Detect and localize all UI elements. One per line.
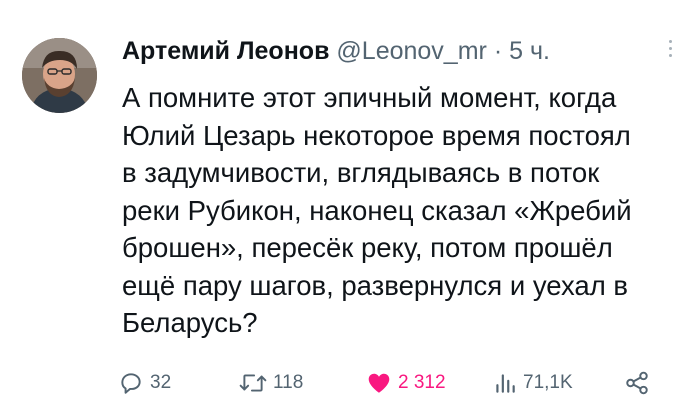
- reply-icon: [118, 370, 144, 396]
- views-button[interactable]: 71,1K: [493, 366, 573, 400]
- heart-icon: [366, 370, 392, 396]
- tweet-text-line: брошен», пересёк реку, потом прошёл: [122, 232, 613, 263]
- tweet-text-line: ещё пару шагов, развернулся и уехал в: [122, 269, 628, 301]
- retweet-icon: [239, 370, 267, 396]
- tweet-text-line: реки Рубикон, наконец сказал «Жребий: [122, 194, 632, 226]
- tweet-text-line: А помните этот эпичный момент, когда: [122, 82, 617, 113]
- retweet-button[interactable]: 118: [239, 366, 303, 400]
- views-count: 71,1K: [523, 372, 573, 393]
- share-button[interactable]: [624, 366, 650, 400]
- tweet-actions: 32 118 2 312 71,1K: [118, 366, 678, 400]
- tweet: Артемий Леонов @Leonov_mr · 5 ч. А помни…: [0, 0, 700, 407]
- tweet-text: А помните этот эпичный момент, когда Юли…: [122, 79, 682, 342]
- retweet-count: 118: [273, 372, 304, 393]
- tweet-text-line: Юлий Цезарь некоторое время постоял: [122, 119, 631, 151]
- reply-button[interactable]: 32: [118, 366, 171, 400]
- tweet-header: Артемий Леонов @Leonov_mr · 5 ч.: [122, 34, 650, 68]
- share-icon: [624, 370, 650, 396]
- author-name[interactable]: Артемий Леонов: [122, 37, 329, 65]
- like-button[interactable]: 2 312: [366, 366, 446, 400]
- separator-dot: ·: [493, 37, 503, 65]
- avatar[interactable]: [22, 38, 97, 113]
- timestamp[interactable]: 5 ч.: [509, 37, 550, 65]
- tweet-text-line: в задумчивости, вглядываясь в поток: [122, 157, 600, 188]
- author-handle[interactable]: @Leonov_mr: [336, 37, 486, 65]
- more-icon[interactable]: [666, 40, 674, 62]
- like-count: 2 312: [398, 372, 446, 393]
- tweet-text-line: Беларусь?: [122, 307, 258, 338]
- views-icon: [493, 370, 517, 396]
- reply-count: 32: [150, 372, 172, 393]
